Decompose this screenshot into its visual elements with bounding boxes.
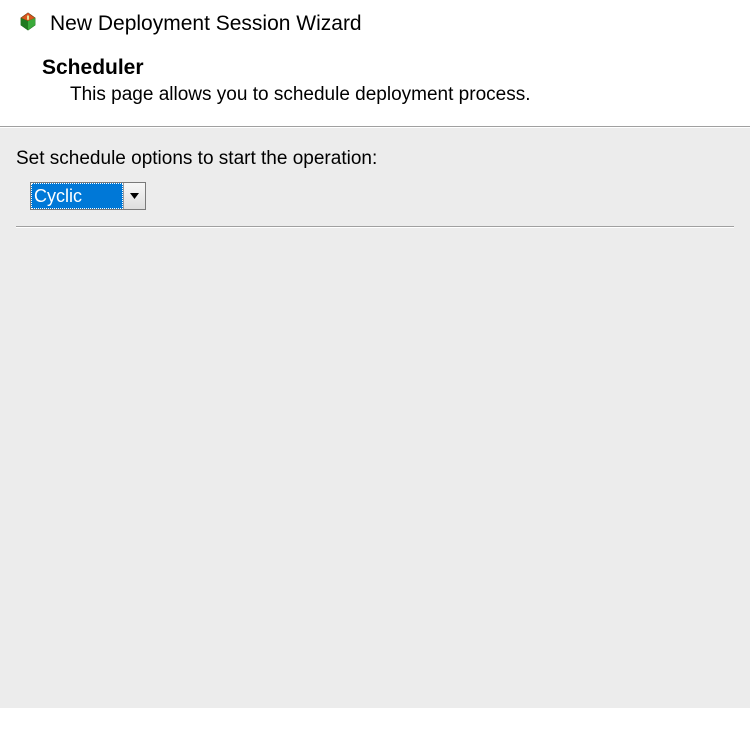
- schedule-options-label: Set schedule options to start the operat…: [16, 148, 734, 170]
- dropdown-arrow-button[interactable]: [123, 183, 145, 209]
- schedule-dropdown[interactable]: Cyclic: [30, 182, 146, 210]
- wizard-header: New Deployment Session Wizard Scheduler …: [0, 0, 750, 126]
- page-title: Scheduler: [42, 56, 734, 80]
- wizard-icon: [16, 12, 40, 36]
- chevron-down-icon: [130, 193, 139, 199]
- schedule-dropdown-value[interactable]: Cyclic: [31, 183, 123, 209]
- window-title: New Deployment Session Wizard: [50, 12, 362, 36]
- title-row: New Deployment Session Wizard: [16, 12, 734, 36]
- content-area: Set schedule options to start the operat…: [0, 128, 750, 708]
- page-description: This page allows you to schedule deploym…: [42, 84, 734, 106]
- content-divider: [16, 226, 734, 228]
- page-info: Scheduler This page allows you to schedu…: [16, 56, 734, 106]
